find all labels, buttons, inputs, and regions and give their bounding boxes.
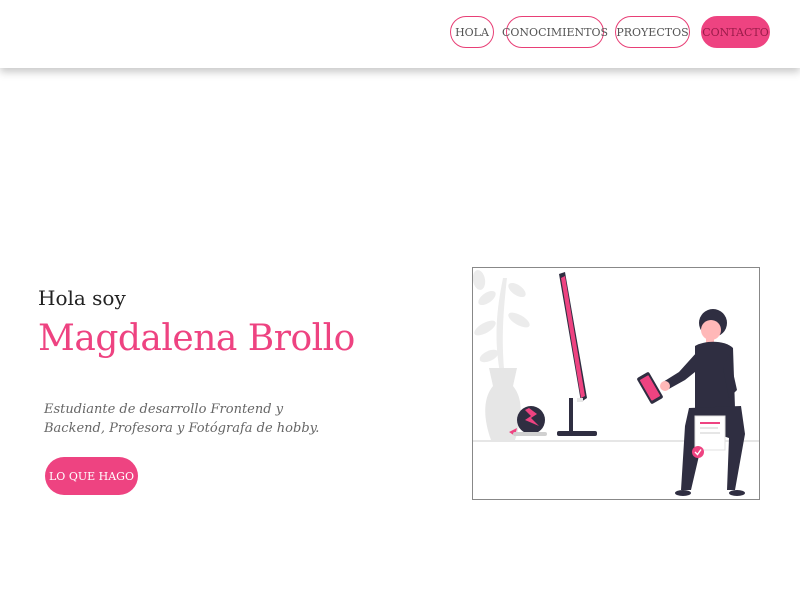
person-figure	[637, 309, 745, 496]
developer-illustration	[473, 270, 759, 496]
hero-section: Hola soy Magdalena Brollo Estudiante de …	[0, 68, 800, 600]
hero-description: Estudiante de desarrollo Frontend y Back…	[44, 402, 320, 436]
document-icon	[692, 415, 726, 458]
top-navbar: HOLA CONOCIMIENTOS PROYECTOS CONTACTO	[0, 0, 800, 68]
hero-name: Magdalena Brollo	[38, 318, 355, 359]
plant-icon	[473, 270, 530, 378]
monitor-icon	[557, 272, 597, 436]
nav-proyectos-button[interactable]: PROYECTOS	[615, 16, 690, 48]
phone-icon	[637, 372, 663, 404]
greeting-text: Hola soy	[38, 286, 126, 310]
nav-hola-button[interactable]: HOLA	[450, 16, 494, 48]
nav-contacto-button[interactable]: CONTACTO	[701, 16, 770, 48]
hero-illustration	[472, 267, 760, 500]
lo-que-hago-button[interactable]: LO QUE HAGO	[45, 457, 138, 495]
nav-conocimientos-button[interactable]: CONOCIMIENTOS	[502, 16, 608, 48]
